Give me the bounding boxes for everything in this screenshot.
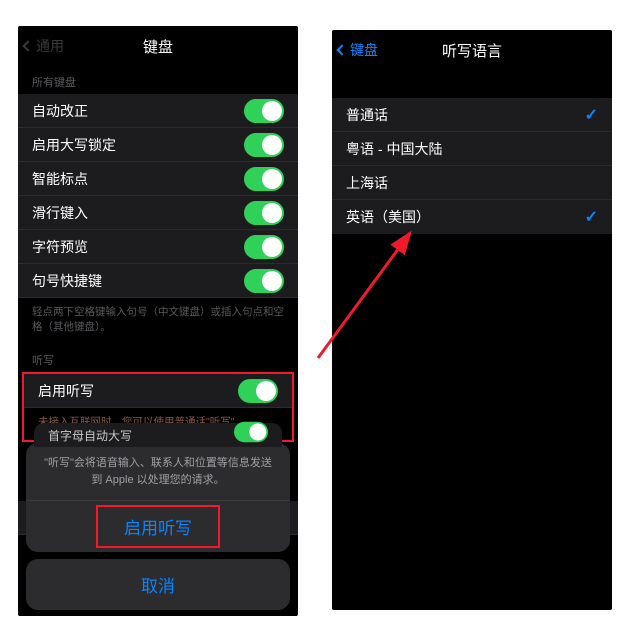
checkmark-icon: ✓ xyxy=(585,207,598,227)
back-label: 键盘 xyxy=(350,40,378,60)
checkmark-icon: ✓ xyxy=(585,105,598,125)
lang-row-cantonese[interactable]: 粤语 - 中国大陆 xyxy=(332,132,612,166)
row-label: 滑行键入 xyxy=(32,203,244,223)
row-enable-dictation[interactable]: 启用听写 xyxy=(24,374,292,408)
row-label: 上海话 xyxy=(346,173,598,193)
row-label: 自动改正 xyxy=(32,101,244,121)
toggle-period-shortcut[interactable] xyxy=(244,269,284,293)
chevron-left-icon xyxy=(336,44,347,55)
row-char-preview[interactable]: 字符预览 xyxy=(18,230,298,264)
row-auto-correct[interactable]: 自动改正 xyxy=(18,94,298,128)
back-label: 通用 xyxy=(36,36,64,56)
lang-row-mandarin[interactable]: 普通话 ✓ xyxy=(332,98,612,132)
footer-note-keyboards: 轻点两下空格键输入句号（中文键盘）或插入句点和空格（其他键盘）。 xyxy=(18,298,298,344)
toggle-caps-lock[interactable] xyxy=(244,133,284,157)
lang-row-shanghainese[interactable]: 上海话 xyxy=(332,166,612,200)
row-label: 普通话 xyxy=(346,105,585,125)
sheet-cancel-button[interactable]: 取消 xyxy=(26,559,290,610)
phone-keyboard-settings: 通用 键盘 所有键盘 自动改正 启用大写锁定 智能标点 滑行键入 字符预览 句号… xyxy=(18,26,298,616)
row-smart-punct[interactable]: 智能标点 xyxy=(18,162,298,196)
row-label: 启用听写 xyxy=(38,381,238,401)
row-slide-type[interactable]: 滑行键入 xyxy=(18,196,298,230)
sheet-group: "听写"会将语音输入、联系人和位置等信息发送到 Apple 以处理您的请求。 启… xyxy=(26,443,290,552)
toggle-enable-dictation[interactable] xyxy=(238,379,278,403)
row-label: 英语（美国） xyxy=(346,207,585,227)
row-caps-lock[interactable]: 启用大写锁定 xyxy=(18,128,298,162)
section-header-dictation: 听写 xyxy=(18,344,298,372)
row-label: 字符预览 xyxy=(32,237,244,257)
toggle-char-preview[interactable] xyxy=(244,235,284,259)
toggle-autocap[interactable] xyxy=(234,422,268,442)
back-button[interactable]: 通用 xyxy=(24,26,64,66)
row-label: 启用大写锁定 xyxy=(32,135,244,155)
action-sheet: 首字母自动大写 "听写"会将语音输入、联系人和位置等信息发送到 Apple 以处… xyxy=(26,443,290,610)
row-period-shortcut[interactable]: 句号快捷键 xyxy=(18,264,298,298)
navbar-title: 听写语言 xyxy=(442,40,502,61)
toggle-auto-correct[interactable] xyxy=(244,99,284,123)
navbar: 通用 键盘 xyxy=(18,26,298,66)
row-label: 句号快捷键 xyxy=(32,271,244,291)
chevron-left-icon xyxy=(22,40,33,51)
sheet-cancel-label: 取消 xyxy=(141,577,175,596)
spacer xyxy=(332,70,612,98)
toggle-slide-type[interactable] xyxy=(244,201,284,225)
navbar-title: 键盘 xyxy=(143,36,173,57)
back-button[interactable]: 键盘 xyxy=(338,30,378,70)
row-label: 粤语 - 中国大陆 xyxy=(346,139,598,159)
sheet-message: "听写"会将语音输入、联系人和位置等信息发送到 Apple 以处理您的请求。 xyxy=(26,443,290,500)
toggle-smart-punct[interactable] xyxy=(244,167,284,191)
peek-row-autocap: 首字母自动大写 xyxy=(34,423,282,447)
phone-dictation-languages: 键盘 听写语言 普通话 ✓ 粤语 - 中国大陆 上海话 英语（美国） ✓ xyxy=(332,30,612,610)
section-header-all-keyboards: 所有键盘 xyxy=(18,66,298,94)
highlight-enable-button xyxy=(96,505,220,548)
navbar: 键盘 听写语言 xyxy=(332,30,612,70)
row-label: 智能标点 xyxy=(32,169,244,189)
lang-row-english-us[interactable]: 英语（美国） ✓ xyxy=(332,200,612,234)
sheet-enable-dictation-button[interactable]: 启用听写 xyxy=(26,500,290,552)
peek-label: 首字母自动大写 xyxy=(48,427,132,444)
